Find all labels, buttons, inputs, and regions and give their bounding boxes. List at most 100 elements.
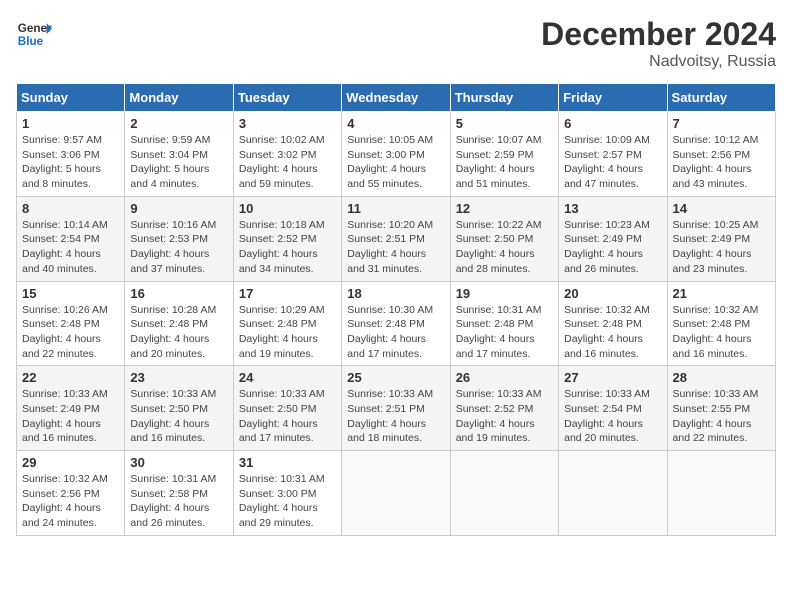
day-number: 5 [456,116,553,131]
day-number: 3 [239,116,336,131]
day-info: Sunrise: 10:33 AM Sunset: 2:49 PM Daylig… [22,387,119,446]
calendar-cell: 7Sunrise: 10:12 AM Sunset: 2:56 PM Dayli… [667,112,775,197]
day-info: Sunrise: 10:22 AM Sunset: 2:50 PM Daylig… [456,218,553,277]
calendar-cell: 17 Sunrise: 10:29 AM Sunset: 2:48 PM Dayl… [233,281,341,366]
day-info: Sunrise: 10:28 AM Sunset: 2:48 PM Daylig… [130,303,227,362]
calendar-cell: 1Sunrise: 9:57 AM Sunset: 3:06 PM Daylig… [17,112,125,197]
calendar-cell [559,451,667,536]
day-info: Sunrise: 10:33 AM Sunset: 2:50 PM Daylig… [130,387,227,446]
calendar-cell: 25 Sunrise: 10:33 AM Sunset: 2:51 PM Dayl… [342,366,450,451]
day-number: 6 [564,116,661,131]
svg-text:Blue: Blue [18,35,44,48]
day-info: Sunrise: 10:31 AM Sunset: 3:00 PM Daylig… [239,472,336,531]
day-info: Sunrise: 9:59 AM Sunset: 3:04 PM Dayligh… [130,133,227,192]
day-number: 7 [673,116,770,131]
day-info: Sunrise: 10:14 AM Sunset: 2:54 PM Daylig… [22,218,119,277]
day-number: 23 [130,370,227,385]
day-number: 29 [22,455,119,470]
calendar-cell: 15 Sunrise: 10:26 AM Sunset: 2:48 PM Dayl… [17,281,125,366]
day-number: 4 [347,116,444,131]
day-number: 26 [456,370,553,385]
calendar-cell [667,451,775,536]
page-header: General Blue December 2024 Nadvoitsy, Ru… [16,16,776,71]
day-number: 12 [456,201,553,216]
day-number: 17 [239,286,336,301]
calendar-cell: 18 Sunrise: 10:30 AM Sunset: 2:48 PM Dayl… [342,281,450,366]
calendar-cell: 20Sunrise: 10:32 AM Sunset: 2:48 PM Dayl… [559,281,667,366]
calendar-header-row: SundayMondayTuesdayWednesdayThursdayFrid… [17,84,776,112]
day-info: Sunrise: 10:29 AM Sunset: 2:48 PM Daylig… [239,303,336,362]
day-info: Sunrise: 10:16 AM Sunset: 2:53 PM Daylig… [130,218,227,277]
logo-icon: General Blue [16,16,52,52]
day-info: Sunrise: 10:07 AM Sunset: 2:59 PM Daylig… [456,133,553,192]
day-number: 13 [564,201,661,216]
calendar-cell: 9 Sunrise: 10:16 AM Sunset: 2:53 PM Dayli… [125,196,233,281]
day-number: 11 [347,201,444,216]
calendar-cell: 10Sunrise: 10:18 AM Sunset: 2:52 PM Dayl… [233,196,341,281]
calendar-cell: 27Sunrise: 10:33 AM Sunset: 2:54 PM Dayl… [559,366,667,451]
day-info: Sunrise: 10:09 AM Sunset: 2:57 PM Daylig… [564,133,661,192]
logo: General Blue [16,16,52,52]
calendar-cell: 22Sunrise: 10:33 AM Sunset: 2:49 PM Dayl… [17,366,125,451]
day-info: Sunrise: 10:33 AM Sunset: 2:52 PM Daylig… [456,387,553,446]
calendar-cell: 2Sunrise: 9:59 AM Sunset: 3:04 PM Daylig… [125,112,233,197]
day-number: 31 [239,455,336,470]
calendar-cell: 19 Sunrise: 10:31 AM Sunset: 2:48 PM Dayl… [450,281,558,366]
calendar-cell: 31 Sunrise: 10:31 AM Sunset: 3:00 PM Dayl… [233,451,341,536]
calendar-table: SundayMondayTuesdayWednesdayThursdayFrid… [16,83,776,536]
day-number: 15 [22,286,119,301]
day-of-week-header: Tuesday [233,84,341,112]
calendar-cell: 11Sunrise: 10:20 AM Sunset: 2:51 PM Dayl… [342,196,450,281]
day-of-week-header: Thursday [450,84,558,112]
day-info: Sunrise: 10:05 AM Sunset: 3:00 PM Daylig… [347,133,444,192]
day-of-week-header: Friday [559,84,667,112]
calendar-cell: 4 Sunrise: 10:05 AM Sunset: 3:00 PM Dayli… [342,112,450,197]
title-block: December 2024 Nadvoitsy, Russia [541,16,776,71]
day-number: 19 [456,286,553,301]
day-number: 25 [347,370,444,385]
calendar-cell [342,451,450,536]
day-info: Sunrise: 10:32 AM Sunset: 2:56 PM Daylig… [22,472,119,531]
calendar-cell: 3 Sunrise: 10:02 AM Sunset: 3:02 PM Dayli… [233,112,341,197]
day-info: Sunrise: 10:31 AM Sunset: 2:58 PM Daylig… [130,472,227,531]
calendar-cell: 13Sunrise: 10:23 AM Sunset: 2:49 PM Dayl… [559,196,667,281]
day-info: Sunrise: 10:31 AM Sunset: 2:48 PM Daylig… [456,303,553,362]
calendar-cell: 29 Sunrise: 10:32 AM Sunset: 2:56 PM Dayl… [17,451,125,536]
day-info: Sunrise: 9:57 AM Sunset: 3:06 PM Dayligh… [22,133,119,192]
day-info: Sunrise: 10:30 AM Sunset: 2:48 PM Daylig… [347,303,444,362]
calendar-cell: 26 Sunrise: 10:33 AM Sunset: 2:52 PM Dayl… [450,366,558,451]
day-number: 24 [239,370,336,385]
day-info: Sunrise: 10:02 AM Sunset: 3:02 PM Daylig… [239,133,336,192]
calendar-cell: 8 Sunrise: 10:14 AM Sunset: 2:54 PM Dayli… [17,196,125,281]
day-info: Sunrise: 10:32 AM Sunset: 2:48 PM Daylig… [673,303,770,362]
calendar-cell: 14Sunrise: 10:25 AM Sunset: 2:49 PM Dayl… [667,196,775,281]
calendar-cell: 16 Sunrise: 10:28 AM Sunset: 2:48 PM Dayl… [125,281,233,366]
day-of-week-header: Saturday [667,84,775,112]
calendar-week-row: 8 Sunrise: 10:14 AM Sunset: 2:54 PM Dayli… [17,196,776,281]
day-of-week-header: Wednesday [342,84,450,112]
calendar-week-row: 15 Sunrise: 10:26 AM Sunset: 2:48 PM Dayl… [17,281,776,366]
day-number: 10 [239,201,336,216]
day-number: 30 [130,455,227,470]
calendar-cell: 21 Sunrise: 10:32 AM Sunset: 2:48 PM Dayl… [667,281,775,366]
day-number: 28 [673,370,770,385]
day-number: 20 [564,286,661,301]
day-number: 16 [130,286,227,301]
day-info: Sunrise: 10:33 AM Sunset: 2:54 PM Daylig… [564,387,661,446]
month-title: December 2024 [541,16,776,53]
calendar-week-row: 22Sunrise: 10:33 AM Sunset: 2:49 PM Dayl… [17,366,776,451]
day-number: 9 [130,201,227,216]
calendar-cell: 24Sunrise: 10:33 AM Sunset: 2:50 PM Dayl… [233,366,341,451]
day-info: Sunrise: 10:33 AM Sunset: 2:51 PM Daylig… [347,387,444,446]
day-number: 21 [673,286,770,301]
day-number: 18 [347,286,444,301]
calendar-week-row: 1Sunrise: 9:57 AM Sunset: 3:06 PM Daylig… [17,112,776,197]
calendar-cell: 6 Sunrise: 10:09 AM Sunset: 2:57 PM Dayli… [559,112,667,197]
day-number: 8 [22,201,119,216]
day-info: Sunrise: 10:25 AM Sunset: 2:49 PM Daylig… [673,218,770,277]
calendar-cell: 5 Sunrise: 10:07 AM Sunset: 2:59 PM Dayli… [450,112,558,197]
day-info: Sunrise: 10:33 AM Sunset: 2:55 PM Daylig… [673,387,770,446]
calendar-cell: 28 Sunrise: 10:33 AM Sunset: 2:55 PM Dayl… [667,366,775,451]
calendar-cell: 30 Sunrise: 10:31 AM Sunset: 2:58 PM Dayl… [125,451,233,536]
day-info: Sunrise: 10:26 AM Sunset: 2:48 PM Daylig… [22,303,119,362]
